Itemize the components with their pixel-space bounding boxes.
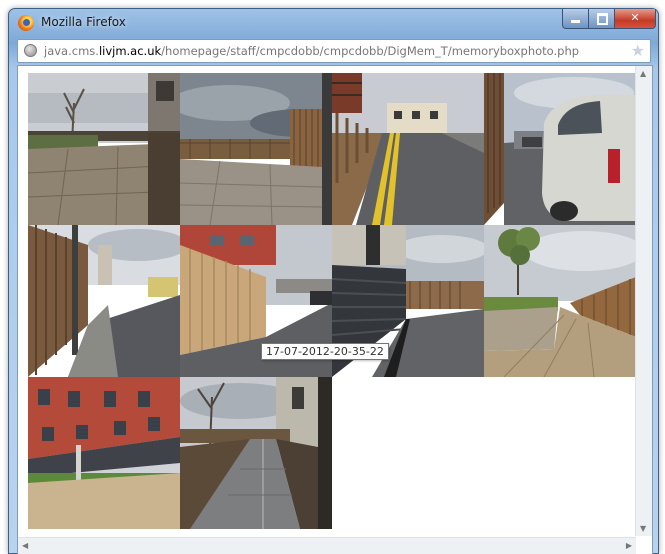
scroll-down-icon[interactable]: ▼ <box>640 524 646 533</box>
photo-tile[interactable] <box>28 377 180 529</box>
address-url[interactable]: java.cms.livjm.ac.uk/homepage/staff/cmpc… <box>44 44 579 58</box>
page-content: 17-07-2012-20-35-22 ▲ ▼ ◀ ▶ <box>17 65 653 554</box>
photo-timestamp-tooltip: 17-07-2012-20-35-22 <box>261 343 389 360</box>
url-prefix: java.cms. <box>44 44 99 58</box>
photo-tile[interactable] <box>332 73 484 225</box>
title-bar[interactable]: Mozilla Firefox <box>9 9 658 37</box>
firefox-icon <box>18 15 34 31</box>
scroll-right-icon[interactable]: ▶ <box>626 541 632 550</box>
url-domain: livjm.ac.uk <box>98 44 162 58</box>
photo-tile[interactable] <box>484 73 636 225</box>
scroll-left-icon[interactable]: ◀ <box>22 541 28 550</box>
photo-tile[interactable] <box>28 73 180 225</box>
close-button[interactable]: ✕ <box>614 9 656 29</box>
star-icon[interactable]: ★ <box>631 41 645 60</box>
window-title: Mozilla Firefox <box>41 15 126 29</box>
minimize-button[interactable] <box>562 9 589 29</box>
photo-tile[interactable] <box>484 225 636 377</box>
maximize-button[interactable] <box>588 9 615 29</box>
photo-tile[interactable] <box>180 377 332 529</box>
scroll-up-icon[interactable]: ▲ <box>640 69 646 78</box>
vertical-scrollbar[interactable]: ▲ ▼ <box>635 66 652 536</box>
browser-window: Mozilla Firefox ✕ java.cms.livjm.ac.uk/h… <box>8 8 659 554</box>
photo-tile[interactable] <box>28 225 180 377</box>
photo-tile[interactable] <box>180 73 332 225</box>
horizontal-scrollbar[interactable]: ◀ ▶ <box>18 537 636 554</box>
address-bar[interactable]: java.cms.livjm.ac.uk/homepage/staff/cmpc… <box>17 39 651 63</box>
globe-icon <box>24 44 37 57</box>
url-path: /homepage/staff/cmpcdobb/cmpcdobb/DigMem… <box>161 44 580 58</box>
